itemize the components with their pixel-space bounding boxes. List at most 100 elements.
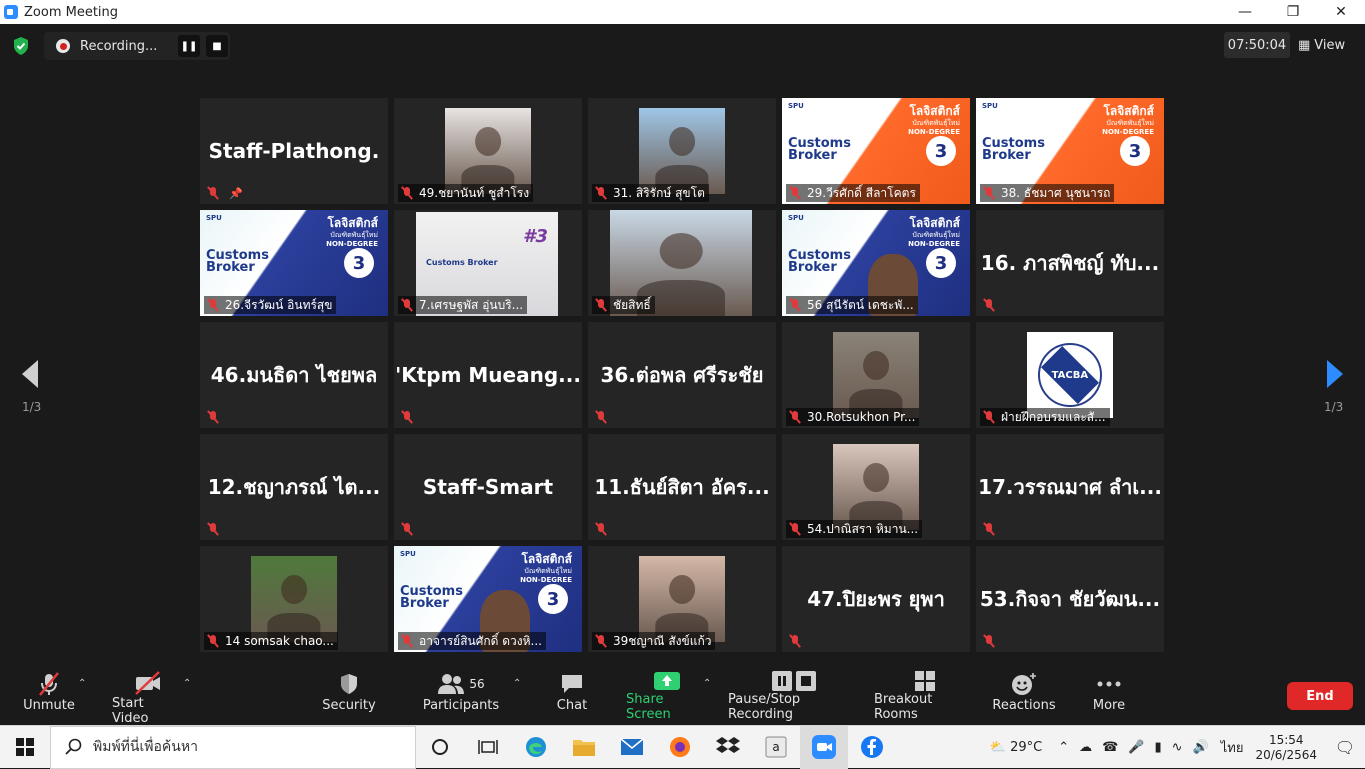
poster-batch-number: 3 — [926, 248, 956, 278]
participant-nameplate — [592, 520, 617, 538]
taskbar-search-box[interactable]: พิมพ์ที่นี่เพื่อค้นหา — [50, 725, 416, 769]
participant-tile[interactable]: TACBA ฝ่ายฝึกอบรมและสั... — [976, 322, 1164, 428]
microphone-icon[interactable]: 🎤 — [1128, 740, 1144, 755]
participant-name-label: 49.ชยานันท์ ชูสำโรง — [419, 185, 530, 200]
reactions-label: Reactions — [992, 698, 1056, 713]
participant-tile[interactable]: 30.Rotsukhon Pr... — [782, 322, 970, 428]
dropbox-icon[interactable] — [704, 726, 752, 769]
pause-recording-icon[interactable]: ❚❚ — [178, 35, 200, 57]
end-meeting-button[interactable]: End — [1287, 682, 1353, 710]
cortana-icon[interactable] — [416, 726, 464, 769]
participants-chevron-icon[interactable]: ⌃ — [513, 678, 521, 689]
task-view-icon[interactable] — [464, 726, 512, 769]
security-button[interactable]: Security — [322, 670, 376, 720]
participant-tile[interactable]: ชัยสิทธิ์ — [588, 210, 776, 316]
participant-tile[interactable]: Customs Broker #3 7.เศรษฐพัส อุ่นบริ... — [394, 210, 582, 316]
meeting-toolbar: Unmute ⌃ Start Video ⌃ Security 56 Parti… — [0, 660, 1365, 726]
participant-tile[interactable]: 14 somsak chao... — [200, 546, 388, 652]
participant-tile[interactable]: 11.ธันย์สิตา อัคร... — [588, 434, 776, 540]
restore-icon[interactable]: ❐ — [1269, 0, 1317, 24]
participant-tile[interactable]: 12.ชญาภรณ์ ไต... — [200, 434, 388, 540]
stop-recording-icon[interactable]: ■ — [206, 35, 228, 57]
participant-tile[interactable]: 54.ปาณิสรา หิมาน... — [782, 434, 970, 540]
minimize-icon[interactable]: — — [1221, 0, 1269, 24]
more-button[interactable]: More — [1088, 670, 1130, 720]
participant-name-label: 38. ธัชมาศ นุชนารถ — [1001, 185, 1111, 200]
participant-tile[interactable]: 39ชญาณี สังข์แก้ว — [588, 546, 776, 652]
participant-tile[interactable]: 31. สิริรักษ์ สุขโต — [588, 98, 776, 204]
taskbar-clock[interactable]: 15:54 20/6/2564 — [1255, 733, 1317, 763]
tray-expand-icon[interactable]: ⌃ — [1058, 740, 1069, 755]
share-screen-button[interactable]: Share Screen — [626, 670, 708, 722]
participant-tile[interactable]: 'Ktpm Mueang... — [394, 322, 582, 428]
muted-mic-icon — [982, 186, 996, 200]
video-off-icon — [133, 670, 163, 696]
wifi-icon[interactable]: ∿ — [1172, 740, 1183, 755]
onedrive-icon[interactable]: ☁ — [1079, 740, 1092, 755]
share-screen-label: Share Screen — [626, 692, 671, 722]
muted-mic-icon — [400, 634, 414, 648]
more-label: More — [1092, 698, 1126, 713]
person-silhouette-icon — [669, 126, 695, 157]
participant-tile[interactable]: SPU โลจิสติกส์ บัณฑิตพันธุ์ใหม่ NON-DEGREE 3… — [782, 98, 970, 204]
participant-tile[interactable]: 36.ต่อพล ศรีระชัย — [588, 322, 776, 428]
participant-nameplate: 49.ชยานันท์ ชูสำโรง — [398, 184, 534, 202]
participant-tile[interactable]: SPU โลจิสติกส์ บัณฑิตพันธุ์ใหม่ NON-DEGREE 3… — [976, 98, 1164, 204]
participant-nameplate — [204, 408, 229, 426]
previous-page-icon[interactable] — [18, 358, 42, 390]
language-indicator[interactable]: ไทย — [1221, 737, 1244, 758]
share-options-chevron-icon[interactable]: ⌃ — [703, 678, 711, 689]
participant-nameplate — [980, 520, 1005, 538]
zoom-taskbar-icon[interactable] — [800, 725, 848, 769]
participants-button[interactable]: 56 Participants — [423, 670, 499, 720]
notification-icon[interactable]: 🗨 — [1325, 738, 1365, 757]
battery-icon[interactable]: ▮ — [1154, 740, 1161, 755]
view-button[interactable]: ▦ View — [1298, 32, 1354, 58]
participant-tile[interactable]: SPU โลจิสติกส์ บัณฑิตพันธุ์ใหม่ NON-DEGREE 3… — [200, 210, 388, 316]
windows-start-button[interactable] — [0, 726, 50, 769]
muted-mic-icon — [594, 634, 608, 648]
chat-button[interactable]: Chat — [552, 670, 592, 720]
muted-mic-icon — [594, 186, 608, 200]
pause-stop-recording-button[interactable]: Pause/Stop Recording — [728, 670, 860, 722]
close-icon[interactable]: ✕ — [1317, 0, 1365, 24]
participant-tile[interactable]: 49.ชยานันท์ ชูสำโรง — [394, 98, 582, 204]
file-explorer-icon[interactable] — [560, 726, 608, 769]
start-video-label: Start Video — [112, 696, 149, 726]
encryption-shield-icon[interactable] — [12, 36, 30, 56]
participant-nameplate: 26.จีรวัฒน์ อินทร์สุข — [204, 296, 337, 314]
participant-tile[interactable]: 46.มนธิดา ไชยพล — [200, 322, 388, 428]
participant-nameplate: 29.วีรศักดิ์ สีลาโคตร — [786, 184, 920, 202]
poster-logos: SPU — [400, 550, 416, 558]
edge-browser-icon[interactable] — [512, 726, 560, 769]
participant-tile[interactable]: 53.กิจจา ชัยวัฒน... — [976, 546, 1164, 652]
participant-tile[interactable]: 47.ปิยะพร ยุพา — [782, 546, 970, 652]
audio-options-chevron-icon[interactable]: ⌃ — [78, 678, 86, 689]
facebook-icon[interactable] — [848, 726, 896, 769]
next-page-icon[interactable] — [1323, 358, 1347, 390]
windows-taskbar: พิมพ์ที่นี่เพื่อค้นหา a ⛅ 29°C ⌃ ☁ ☎ 🎤 ▮… — [0, 725, 1365, 769]
breakout-rooms-button[interactable]: Breakout Rooms — [874, 670, 976, 722]
amazon-icon[interactable]: a — [752, 726, 800, 769]
video-options-chevron-icon[interactable]: ⌃ — [183, 678, 191, 689]
participant-tile[interactable]: SPU โลจิสติกส์ บัณฑิตพันธุ์ใหม่ NON-DEGREE 3… — [782, 210, 970, 316]
chat-label: Chat — [556, 698, 588, 713]
participant-tile[interactable]: 17.วรรณมาศ ลำเ... — [976, 434, 1164, 540]
participant-tile[interactable]: SPU โลจิสติกส์ บัณฑิตพันธุ์ใหม่ NON-DEGREE 3… — [394, 546, 582, 652]
participant-tile[interactable]: 16. ภาสพิชญ์ ทับ... — [976, 210, 1164, 316]
meet-now-icon[interactable]: ☎ — [1102, 740, 1118, 755]
participant-tile[interactable]: Staff-Plathong. 📌 — [200, 98, 388, 204]
participant-nameplate — [980, 632, 1005, 650]
firefox-icon[interactable] — [656, 726, 704, 769]
unmute-button[interactable]: Unmute — [20, 670, 78, 720]
start-video-button[interactable]: Start Video — [112, 670, 184, 726]
weather-icon[interactable]: ⛅ — [990, 740, 1006, 755]
reactions-button[interactable]: Reactions — [992, 670, 1056, 720]
participant-video-feed — [251, 556, 337, 642]
system-tray: ⛅ 29°C ⌃ ☁ ☎ 🎤 ▮ ∿ 🔊 ไทย 15:54 20/6/2564… — [990, 726, 1365, 769]
whiteboard-text: Customs Broker — [426, 258, 498, 267]
volume-icon[interactable]: 🔊 — [1193, 740, 1209, 755]
participant-tile[interactable]: Staff-Smart — [394, 434, 582, 540]
mail-icon[interactable] — [608, 726, 656, 769]
weather-temp[interactable]: 29°C — [1010, 740, 1042, 755]
